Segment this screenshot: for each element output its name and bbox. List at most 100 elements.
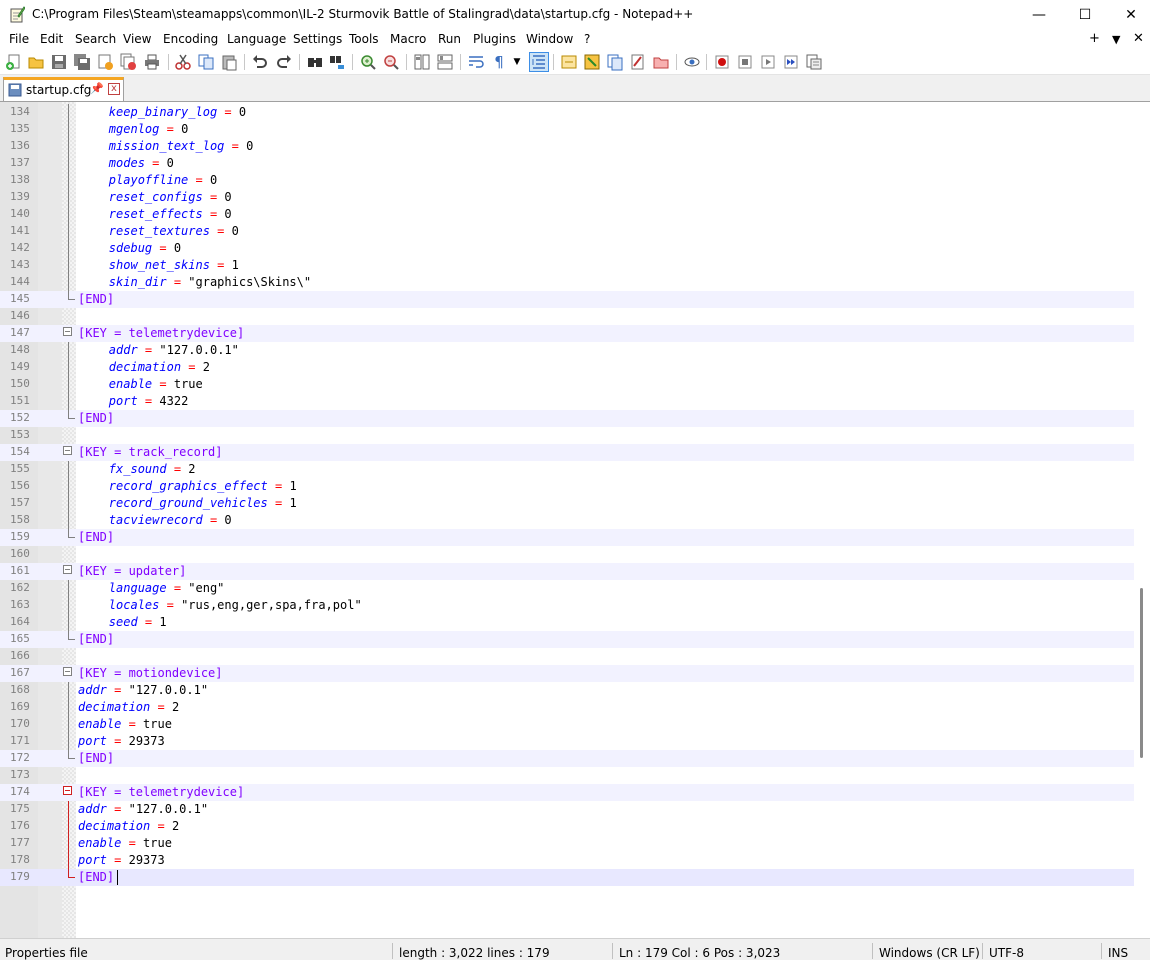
menu-window[interactable]: Window [526,32,573,46]
document-map-icon[interactable] [583,53,601,71]
menu-view[interactable]: View [123,32,151,46]
monitoring-eye-icon[interactable] [683,53,701,71]
editor-line[interactable]: 157 record_ground_vehicles = 1 [0,495,1134,512]
minimize-button[interactable]: — [1016,0,1062,30]
show-all-characters-icon[interactable]: ¶ [490,53,508,71]
redo-icon[interactable] [275,53,293,71]
function-list-icon[interactable] [606,53,624,71]
maximize-button[interactable]: ☐ [1062,0,1108,30]
open-file-icon[interactable] [27,53,45,71]
editor-line[interactable]: 149 decimation = 2 [0,359,1134,376]
editor-line[interactable]: 142 sdebug = 0 [0,240,1134,257]
editor-line[interactable]: 179 [END] [0,869,1134,886]
save-macro-icon[interactable] [805,53,823,71]
pin-tab-icon[interactable]: 📌 [90,82,104,95]
stop-recording-icon[interactable] [736,53,754,71]
close-all-icon[interactable] [119,53,137,71]
menu-language[interactable]: Language [227,32,286,46]
editor-line[interactable]: 162 language = "eng" [0,580,1134,597]
editor-line[interactable]: 134 keep_binary_log = 0 [0,104,1134,121]
fold-toggle-icon[interactable] [63,667,72,676]
new-tab-plus-icon[interactable]: + [1089,31,1100,46]
editor-line[interactable]: 151 port = 4322 [0,393,1134,410]
editor-line[interactable]: 170 enable = true [0,716,1134,733]
menu-search[interactable]: Search [75,32,116,46]
editor-line[interactable]: 171 port = 29373 [0,733,1134,750]
editor-line[interactable]: 155 fx_sound = 2 [0,461,1134,478]
show-symbol-dropdown-icon[interactable]: ▼ [511,53,523,71]
save-all-icon[interactable] [73,53,91,71]
word-wrap-icon[interactable] [467,53,485,71]
editor-line[interactable]: 174 [KEY = telemetrydevice] [0,784,1134,801]
editor-line[interactable]: 172 [END] [0,750,1134,767]
close-tab-icon[interactable]: x [108,83,120,95]
notepadpp-app-icon[interactable] [10,6,26,23]
editor-line[interactable]: 163 locales = "rus,eng,ger,spa,fra,pol" [0,597,1134,614]
sync-vertical-scroll-icon[interactable] [413,53,431,71]
close-document-icon[interactable]: ✕ [1133,31,1144,46]
editor-line[interactable]: 159 [END] [0,529,1134,546]
fold-toggle-icon[interactable] [63,786,72,795]
menu-edit[interactable]: Edit [40,32,63,46]
editor-line[interactable]: 144 skin_dir = "graphics\Skins\" [0,274,1134,291]
editor-line[interactable]: 165 [END] [0,631,1134,648]
editor-line[interactable]: 136 mission_text_log = 0 [0,138,1134,155]
editor-line[interactable]: 177 enable = true [0,835,1134,852]
paste-icon[interactable] [220,53,238,71]
undo-icon[interactable] [251,53,269,71]
vertical-scrollbar[interactable] [1134,102,1150,938]
zoom-out-icon[interactable] [382,53,400,71]
save-icon[interactable] [50,53,68,71]
editor-line[interactable]: 147 [KEY = telemetrydevice] [0,325,1134,342]
editor-line[interactable]: 153 [0,427,1134,444]
menu-help[interactable]: ? [584,32,590,46]
menu-plugins[interactable]: Plugins [473,32,516,46]
indent-guide-icon[interactable] [529,52,549,72]
new-file-icon[interactable] [5,53,23,71]
tab-startup-cfg[interactable]: startup.cfg 📌 x [3,77,124,101]
editor-line[interactable]: 175 addr = "127.0.0.1" [0,801,1134,818]
menu-run[interactable]: Run [438,32,461,46]
editor-line[interactable]: 169 decimation = 2 [0,699,1134,716]
copy-icon[interactable] [197,53,215,71]
text-editor[interactable]: 134 keep_binary_log = 0 135 mgenlog = 0 136 m… [0,102,1150,938]
editor-line[interactable]: 167 [KEY = motiondevice] [0,665,1134,682]
fold-toggle-icon[interactable] [63,565,72,574]
tab-list-dropdown-icon[interactable]: ▼ [1112,33,1120,46]
editor-line[interactable]: 139 reset_configs = 0 [0,189,1134,206]
menu-macro[interactable]: Macro [390,32,426,46]
document-list-icon[interactable] [652,53,670,71]
replace-icon[interactable] [329,53,347,71]
user-defined-language-icon[interactable] [560,53,578,71]
editor-line[interactable]: 138 playoffline = 0 [0,172,1134,189]
zoom-in-icon[interactable] [359,53,377,71]
print-icon[interactable] [143,53,161,71]
sync-horizontal-scroll-icon[interactable] [436,53,454,71]
cut-icon[interactable] [174,53,192,71]
editor-line[interactable]: 160 [0,546,1134,563]
close-file-icon[interactable] [96,53,114,71]
find-icon[interactable] [306,53,324,71]
start-recording-icon[interactable] [713,53,731,71]
editor-line[interactable]: 176 decimation = 2 [0,818,1134,835]
editor-line[interactable]: 166 [0,648,1134,665]
editor-line[interactable]: 145 [END] [0,291,1134,308]
editor-line[interactable]: 148 addr = "127.0.0.1" [0,342,1134,359]
editor-line[interactable]: 154 [KEY = track_record] [0,444,1134,461]
editor-line[interactable]: 161 [KEY = updater] [0,563,1134,580]
editor-line[interactable]: 140 reset_effects = 0 [0,206,1134,223]
run-macro-multiple-icon[interactable] [782,53,800,71]
menu-file[interactable]: File [9,32,29,46]
editor-line[interactable]: 158 tacviewrecord = 0 [0,512,1134,529]
editor-line[interactable]: 152 [END] [0,410,1134,427]
editor-line[interactable]: 173 [0,767,1134,784]
editor-line[interactable]: 137 modes = 0 [0,155,1134,172]
menu-encoding[interactable]: Encoding [163,32,218,46]
close-window-button[interactable]: ✕ [1108,0,1150,30]
fold-toggle-icon[interactable] [63,446,72,455]
folder-as-workspace-icon[interactable] [629,53,647,71]
scrollbar-thumb[interactable] [1140,588,1143,758]
menu-settings[interactable]: Settings [293,32,342,46]
editor-line[interactable]: 143 show_net_skins = 1 [0,257,1134,274]
editor-line[interactable]: 146 [0,308,1134,325]
